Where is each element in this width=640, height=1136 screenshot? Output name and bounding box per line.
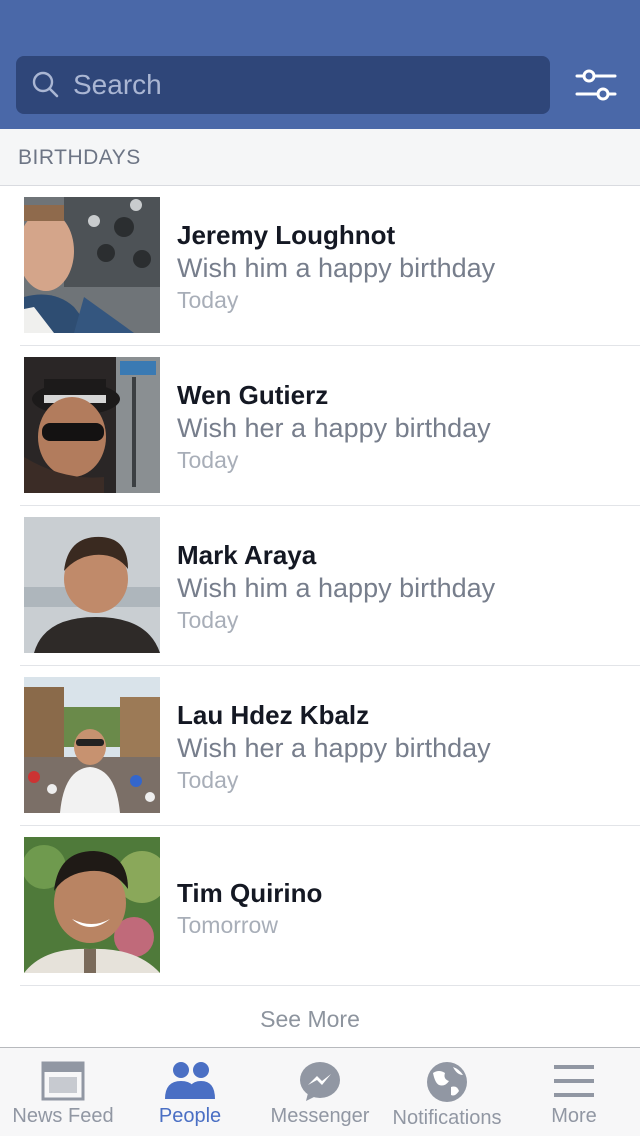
avatar[interactable]: [24, 677, 160, 813]
birthday-date: Today: [177, 447, 239, 473]
tab-label: People: [158, 1105, 222, 1127]
section-header: BIRTHDAYS: [0, 129, 640, 186]
search-input[interactable]: [61, 56, 550, 114]
search-bar[interactable]: [16, 56, 550, 114]
wish-text: Wish her a happy birthday: [177, 733, 491, 763]
birthday-date: Tomorrow: [177, 912, 278, 938]
menu-icon: [554, 1065, 594, 1097]
tab-news-feed[interactable]: News Feed: [0, 1048, 126, 1136]
person-name[interactable]: Wen Gutierz: [177, 380, 328, 411]
person-name[interactable]: Mark Araya: [177, 540, 316, 571]
tab-people[interactable]: People: [126, 1048, 254, 1136]
birthday-date: Today: [177, 287, 239, 313]
wish-text: Wish her a happy birthday: [177, 413, 491, 443]
person-name[interactable]: Tim Quirino: [177, 878, 322, 909]
birthday-date: Today: [177, 607, 239, 633]
tab-label: News Feed: [12, 1105, 114, 1127]
news-feed-icon: [41, 1061, 85, 1101]
avatar[interactable]: [24, 517, 160, 653]
avatar[interactable]: [24, 357, 160, 493]
avatar[interactable]: [24, 837, 160, 973]
birthday-row[interactable]: Lau Hdez Kbalz Wish her a happy birthday…: [0, 666, 640, 826]
people-icon: [165, 1062, 215, 1099]
avatar[interactable]: [24, 197, 160, 333]
see-more-link[interactable]: See More: [0, 1006, 620, 1033]
tab-bar: News Feed People Messenger Notifications: [0, 1047, 640, 1136]
person-name[interactable]: Lau Hdez Kbalz: [177, 700, 369, 731]
birthday-list: Jeremy Loughnot Wish him a happy birthda…: [0, 186, 640, 986]
birthday-row[interactable]: Jeremy Loughnot Wish him a happy birthda…: [0, 186, 640, 346]
birthday-row[interactable]: Mark Araya Wish him a happy birthday Tod…: [0, 506, 640, 666]
wish-text: Wish him a happy birthday: [177, 573, 496, 603]
birthday-date: Today: [177, 767, 239, 793]
messenger-icon: [300, 1062, 340, 1101]
birthday-row[interactable]: Tim Quirino Tomorrow: [0, 826, 640, 986]
tab-notifications[interactable]: Notifications: [386, 1048, 508, 1136]
wish-text: Wish him a happy birthday: [177, 253, 496, 283]
divider: [20, 985, 640, 986]
globe-icon: [427, 1062, 467, 1102]
top-bar: [0, 0, 640, 129]
tab-label: Messenger: [270, 1105, 370, 1127]
tab-messenger[interactable]: Messenger: [254, 1048, 386, 1136]
section-title: BIRTHDAYS: [18, 146, 141, 169]
person-name[interactable]: Jeremy Loughnot: [177, 220, 395, 251]
tab-label: Notifications: [392, 1107, 502, 1129]
tab-more[interactable]: More: [508, 1048, 640, 1136]
search-icon: [32, 71, 59, 98]
tab-label: More: [551, 1105, 597, 1127]
filter-icon[interactable]: [571, 64, 621, 106]
birthday-row[interactable]: Wen Gutierz Wish her a happy birthday To…: [0, 346, 640, 506]
